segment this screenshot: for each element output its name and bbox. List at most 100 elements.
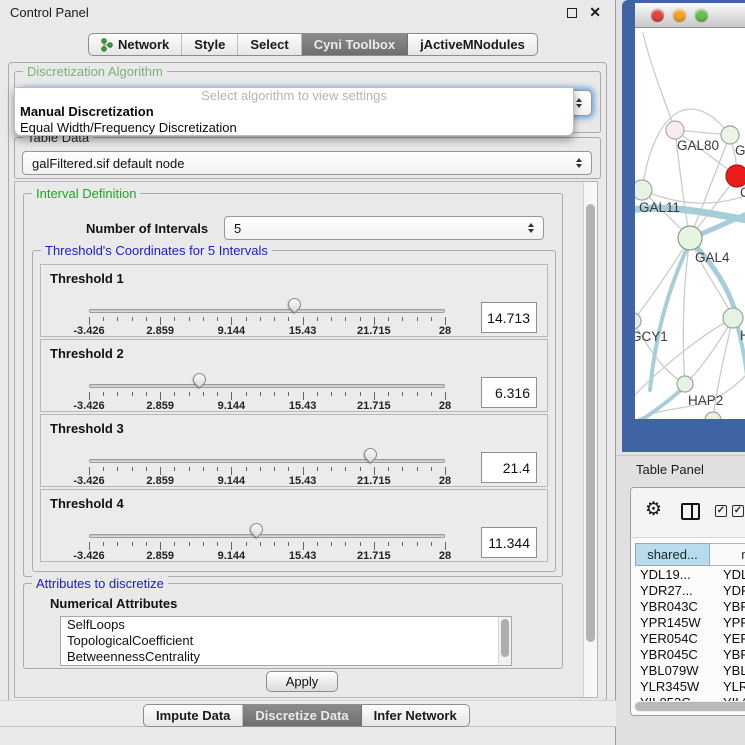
threshold-value-field[interactable]: 14.713 bbox=[481, 302, 537, 333]
network-node-gcy1[interactable] bbox=[635, 313, 641, 329]
tab-network[interactable]: Network bbox=[89, 34, 182, 55]
network-graph: GAL80GACGAL11GAL4GCY1HHAP2 bbox=[635, 28, 745, 419]
close-traffic-light[interactable] bbox=[651, 9, 664, 22]
table-row[interactable]: YBR045CYBR0 bbox=[635, 647, 745, 663]
threshold-value-field[interactable]: 21.4 bbox=[481, 452, 537, 483]
network-node-gal80[interactable] bbox=[666, 121, 684, 139]
threshold-coordinates-group: Threshold's Coordinates for 5 Intervals … bbox=[32, 250, 556, 572]
attribute-item-betweennesscentrality[interactable]: BetweennessCentrality bbox=[61, 649, 511, 665]
threshold-panel-3: Threshold 3-3.4262.8599.14415.4321.71528… bbox=[40, 414, 548, 487]
slider-track[interactable] bbox=[89, 459, 445, 463]
slider-ticks bbox=[89, 392, 445, 400]
cell-name: YDR2 bbox=[723, 583, 745, 599]
table-row[interactable]: YER054CYER0 bbox=[635, 631, 745, 647]
attributes-group: Attributes to discretize Numerical Attri… bbox=[23, 583, 563, 669]
cell-shared-name: YBL079W bbox=[635, 663, 723, 679]
group-title: Interval Definition bbox=[32, 186, 140, 201]
table-row[interactable]: YBL079WYBL0 bbox=[635, 663, 745, 679]
list-scrollbar[interactable] bbox=[498, 617, 511, 666]
threshold-value-field[interactable]: 11.344 bbox=[481, 527, 537, 558]
node-label: GA bbox=[735, 143, 745, 158]
table-data-combobox[interactable]: galFiltered.sif default node bbox=[22, 151, 592, 175]
zoom-traffic-light[interactable] bbox=[695, 9, 708, 22]
table-row[interactable]: YLR345WYLR3 bbox=[635, 679, 745, 695]
threshold-label: Threshold 4 bbox=[50, 496, 124, 511]
tab-style[interactable]: Style bbox=[182, 34, 238, 55]
panel-divider bbox=[616, 455, 745, 456]
tab-cyni-toolbox[interactable]: Cyni Toolbox bbox=[302, 34, 408, 55]
attribute-item-topologicalcoefficient[interactable]: TopologicalCoefficient bbox=[61, 633, 511, 649]
cell-shared-name: YBR045C bbox=[635, 647, 723, 663]
cell-name: YER0 bbox=[723, 631, 745, 647]
table-rows: YDL19...YDL1YDR27...YDR2YBR043CYBR0YPR14… bbox=[635, 567, 745, 711]
tab-infer-network[interactable]: Infer Network bbox=[362, 705, 469, 726]
dropdown-option-manual-discretization[interactable]: Manual Discretization bbox=[15, 104, 573, 120]
table-row[interactable]: YDL19...YDL1 bbox=[635, 567, 745, 583]
cell-name: YDL1 bbox=[723, 567, 745, 583]
threshold-value-field[interactable]: 6.316 bbox=[481, 377, 537, 408]
threshold-panel-4: Threshold 4-3.4262.8599.14415.4321.71528… bbox=[40, 489, 548, 562]
scrollbar-thumb[interactable] bbox=[586, 204, 595, 642]
network-node[interactable] bbox=[705, 412, 721, 419]
network-node-gal11[interactable] bbox=[635, 180, 652, 200]
slider-track[interactable] bbox=[89, 309, 445, 313]
scrollbar-thumb[interactable] bbox=[501, 619, 509, 657]
tab-label: Network bbox=[118, 37, 169, 52]
network-window-titlebar[interactable] bbox=[635, 3, 745, 28]
node-label: HAP2 bbox=[688, 393, 723, 408]
network-node-h[interactable] bbox=[723, 308, 743, 328]
checkbox-checked-icon[interactable]: ✓ bbox=[715, 505, 727, 517]
network-node-gal4[interactable] bbox=[678, 226, 702, 250]
dropdown-option-equal-width-frequency[interactable]: Equal Width/Frequency Discretization bbox=[15, 120, 573, 136]
tab-impute-data[interactable]: Impute Data bbox=[144, 705, 243, 726]
table-horizontal-scrollbar[interactable] bbox=[634, 701, 745, 712]
cell-shared-name: YDL19... bbox=[635, 567, 723, 583]
column-header-name[interactable]: na bbox=[710, 543, 745, 566]
close-icon[interactable]: ✕ bbox=[589, 4, 601, 21]
slider-track[interactable] bbox=[89, 384, 445, 388]
split-columns-icon[interactable] bbox=[681, 503, 700, 520]
float-window-icon[interactable] bbox=[567, 8, 577, 18]
tab-select[interactable]: Select bbox=[238, 34, 301, 55]
control-panel-window: Control Panel ✕ Network StyleSelectCyni T… bbox=[0, 0, 616, 745]
algorithm-dropdown-popup: Select algorithm to view settings Manual… bbox=[14, 87, 574, 136]
settings-scrollbar[interactable] bbox=[583, 182, 597, 697]
network-edge bbox=[635, 238, 690, 321]
network-node-hap2[interactable] bbox=[677, 376, 693, 392]
tab-jactivemnodules[interactable]: jActiveMNodules bbox=[408, 34, 537, 55]
slider-ticks bbox=[89, 542, 445, 550]
slider-scale-labels: -3.4262.8599.14415.4321.71528 bbox=[89, 400, 445, 412]
table-row[interactable]: YBR043CYBR0 bbox=[635, 599, 745, 615]
cell-shared-name: YER054C bbox=[635, 631, 723, 647]
column-header-shared[interactable]: shared... bbox=[635, 543, 710, 566]
checkbox-checked-icon[interactable]: ✓ bbox=[732, 505, 744, 517]
minimize-traffic-light[interactable] bbox=[673, 9, 686, 22]
node-label: H bbox=[740, 328, 745, 343]
numerical-attributes-list[interactable]: SelfLoopsTopologicalCoefficientBetweenne… bbox=[60, 616, 512, 666]
tab-discretize-data[interactable]: Discretize Data bbox=[243, 705, 361, 726]
group-title: Attributes to discretize bbox=[32, 576, 168, 591]
table-row[interactable]: YPR145WYPR1 bbox=[635, 615, 745, 631]
network-edge bbox=[683, 238, 690, 384]
combo-arrows-icon bbox=[576, 158, 582, 168]
window-title: Control Panel bbox=[10, 5, 89, 20]
network-edge bbox=[643, 33, 675, 130]
apply-button[interactable]: Apply bbox=[266, 671, 338, 692]
interval-definition-group: Interval Definition Number of Intervals … bbox=[23, 193, 563, 577]
attribute-item-selfloops[interactable]: SelfLoops bbox=[61, 617, 511, 633]
settings-scroll-pane: Interval Definition Number of Intervals … bbox=[14, 181, 598, 698]
table-row[interactable]: YDR27...YDR2 bbox=[635, 583, 745, 599]
combo-arrows-icon bbox=[576, 98, 582, 108]
slider-track[interactable] bbox=[89, 534, 445, 538]
threshold-label: Threshold 3 bbox=[50, 421, 124, 436]
settings-gear-icon[interactable]: ⚙ bbox=[645, 498, 662, 521]
number-of-intervals-combobox[interactable]: 5 bbox=[224, 216, 544, 240]
threshold-label: Threshold 1 bbox=[50, 271, 124, 286]
network-node-ga[interactable] bbox=[721, 126, 739, 144]
node-label: GAL11 bbox=[639, 200, 680, 215]
network-canvas[interactable]: GAL80GACGAL11GAL4GCY1HHAP2 bbox=[635, 28, 745, 419]
group-title: Threshold's Coordinates for 5 Intervals bbox=[41, 243, 272, 258]
scrollbar-thumb[interactable] bbox=[635, 702, 745, 711]
network-node-c[interactable] bbox=[726, 165, 745, 187]
combo-arrows-icon bbox=[528, 223, 534, 233]
